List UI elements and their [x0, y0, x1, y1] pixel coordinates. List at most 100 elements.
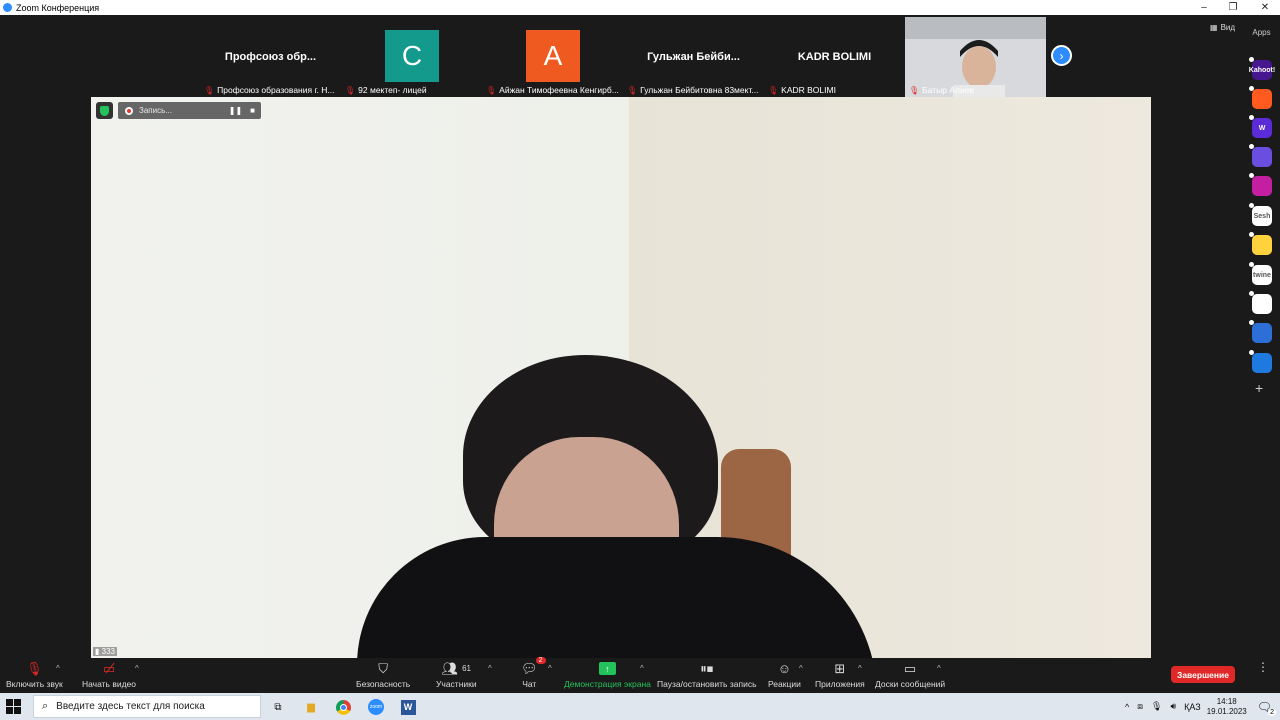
zoom-logo-icon [3, 3, 12, 12]
apps-grid-icon: ⊞ [834, 660, 846, 676]
participant-name: Профсоюз образования г. Н... [217, 85, 335, 95]
taskbar-clock[interactable]: 14:18 19.01.2023 [1207, 697, 1247, 717]
smiley-icon: ☺ [777, 661, 792, 676]
app-app-emoji-icon[interactable] [1249, 232, 1272, 255]
app-wooclap-icon[interactable]: W [1249, 115, 1272, 138]
windows-start-icon[interactable] [6, 699, 21, 714]
chat-button[interactable]: 💬︎ 2 Чат [521, 657, 546, 692]
participant-tile[interactable]: KADR BOLIMI 🎙︎ KADR BOLIMI [764, 17, 905, 97]
file-explorer-icon[interactable]: ▆ [301, 697, 321, 717]
meeting-toolbar: 🎙︎ Включить звук ^ ▭̸ Начать видео ^ ⛉ Б… [0, 657, 1280, 693]
app-status-dot [1249, 291, 1254, 296]
encryption-shield-icon[interactable] [96, 102, 113, 119]
notifications-icon[interactable]: 🗨︎ 2 [1257, 700, 1276, 716]
app-app-magenta-icon[interactable] [1249, 173, 1272, 196]
network-icon[interactable]: ⧈ [1137, 701, 1143, 712]
main-speaker-video: Запись... ❚❚ ■ ▮ 333 [91, 97, 1151, 658]
participants-caret-icon[interactable]: ^ [488, 664, 492, 673]
participant-video-tile[interactable]: 🎙︎ Батыр Алиев [905, 17, 1046, 97]
app-status-dot [1249, 115, 1254, 120]
search-icon: ⌕ [42, 700, 49, 712]
app-kahoot-icon[interactable]: Kahoot! [1249, 57, 1275, 80]
participant-label: 🎙︎ Профсоюз образования г. Н... [204, 84, 339, 96]
video-options-caret-icon[interactable]: ^ [135, 664, 139, 673]
participant-label: 🎙︎ Айжан Тимофеевна Кенгирб... [486, 84, 621, 96]
participants-icon: 👥︎ 61 [441, 660, 472, 676]
whiteboard-icon: ▭ [903, 660, 917, 676]
apps-caret-icon[interactable]: ^ [858, 664, 862, 673]
participant-label: 🎙︎ KADR BOLIMI [768, 84, 903, 96]
volume-icon[interactable]: 🔊︎ [1170, 701, 1176, 712]
language-indicator[interactable]: ҚАЗ [1184, 702, 1201, 712]
app-app-multi-icon[interactable] [1249, 291, 1272, 314]
add-app-icon[interactable]: + [1255, 380, 1263, 396]
participant-label: 🎙︎ Батыр Алиев [909, 84, 1044, 96]
apps-title: Apps [1252, 28, 1271, 37]
app-status-dot [1249, 144, 1254, 149]
muted-microphone-icon: 🎙︎ [26, 660, 43, 676]
app-app-blue-lines-icon[interactable] [1249, 350, 1272, 373]
participants-count: 61 [462, 664, 472, 673]
pause-record-button[interactable]: ⏸︎⏹︎ Пауза/остановить запись [657, 660, 757, 692]
participant-name-display: Гульжан Бейби... [647, 51, 740, 63]
next-page-button[interactable]: › [1051, 45, 1072, 66]
participants-strip: Профсоюз обр... 🎙︎ Профсоюз образования … [200, 17, 1046, 97]
share-caret-icon[interactable]: ^ [640, 664, 644, 673]
reactions-button[interactable]: ☺ Реакции [768, 660, 801, 692]
participant-tile[interactable]: Гульжан Бейби... 🎙︎ Гульжан Бейбитовна 8… [623, 17, 764, 97]
chrome-icon[interactable] [333, 697, 353, 717]
clock-time: 14:18 [1216, 696, 1237, 706]
minimize-button[interactable]: – [1189, 0, 1219, 15]
word-icon[interactable]: W [398, 697, 418, 717]
muted-mic-icon: 🎙︎ [909, 85, 920, 95]
start-video-label: Начать видео [82, 679, 137, 689]
participant-tile[interactable]: С 🎙︎ 92 мектеп- лицей [341, 17, 482, 97]
chat-badge: 2 [535, 657, 546, 664]
security-button[interactable]: ⛉ Безопасность [356, 660, 410, 692]
stop-recording-button[interactable]: ■ [250, 106, 255, 115]
app-twine-icon[interactable]: twine [1249, 262, 1272, 285]
chat-bubble-icon: 💬︎ 2 [521, 657, 546, 677]
pause-stop-icon: ⏸︎⏹︎ [700, 660, 714, 676]
participant-name: Айжан Тимофеевна Кенгирб... [499, 85, 619, 95]
muted-mic-icon: 🎙︎ [768, 85, 779, 95]
search-placeholder: Введите здесь текст для поиска [56, 701, 205, 712]
reactions-caret-icon[interactable]: ^ [799, 664, 803, 673]
taskbar-search[interactable]: ⌕ Введите здесь текст для поиска [33, 695, 261, 718]
view-button[interactable]: ▦ Вид [1210, 23, 1235, 32]
whiteboards-button[interactable]: ▭ Доски сообщений [875, 660, 945, 692]
start-video-button[interactable]: ▭̸ Начать видео [82, 660, 136, 692]
more-options-icon[interactable]: ⋮ [1257, 660, 1269, 674]
share-screen-button[interactable]: ↑ Демонстрация экрана [564, 660, 651, 692]
chat-label: Чат [522, 679, 537, 689]
participant-name: Батыр Алиев [922, 85, 974, 95]
app-status-dot [1249, 320, 1254, 325]
close-button[interactable]: ✕ [1250, 0, 1280, 15]
participant-tile[interactable]: Профсоюз обр... 🎙︎ Профсоюз образования … [200, 17, 341, 97]
app-app-purple-circle-icon[interactable] [1249, 144, 1272, 167]
chat-caret-icon[interactable]: ^ [548, 664, 552, 673]
microphone-icon[interactable]: 🎙︎ [1151, 701, 1162, 712]
app-status-dot [1249, 203, 1254, 208]
recording-indicator: Запись... ❚❚ ■ [118, 102, 261, 119]
muted-mic-icon: 🎙︎ [204, 85, 215, 95]
app-app-blue-circle-icon[interactable] [1249, 320, 1272, 343]
participants-button[interactable]: 👥︎ 61 Участники [436, 660, 477, 692]
app-app-orange-icon[interactable] [1249, 86, 1272, 109]
pause-recording-button[interactable]: ❚❚ [229, 106, 242, 115]
audio-options-caret-icon[interactable]: ^ [56, 664, 60, 673]
windows-taskbar: ⌕ Введите здесь текст для поиска ⧉ ▆ zoo… [0, 693, 1280, 720]
zoom-taskbar-icon[interactable]: zoom [366, 697, 386, 717]
maximize-button[interactable]: ❐ [1218, 0, 1248, 15]
task-view-icon[interactable]: ⧉ [268, 697, 288, 717]
app-sesh-icon[interactable]: Sesh [1249, 203, 1272, 226]
app-status-dot [1249, 173, 1254, 178]
system-tray: ^ ⧈ 🎙︎ 🔊︎ ҚАЗ 14:18 19.01.2023 🗨︎ 2 [1125, 693, 1280, 720]
end-meeting-button[interactable]: Завершение [1171, 666, 1235, 683]
unmute-button[interactable]: 🎙︎ Включить звук [6, 660, 63, 692]
record-dot-icon [125, 106, 133, 115]
reactions-label: Реакции [768, 679, 801, 689]
participant-tile[interactable]: А 🎙︎ Айжан Тимофеевна Кенгирб... [482, 17, 623, 97]
whiteboards-caret-icon[interactable]: ^ [937, 664, 941, 673]
tray-overflow-icon[interactable]: ^ [1125, 702, 1129, 712]
